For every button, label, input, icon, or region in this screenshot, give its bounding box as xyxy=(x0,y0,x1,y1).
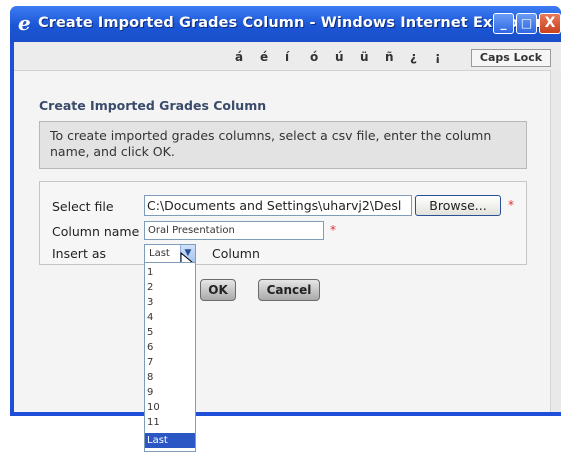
cancel-button[interactable]: Cancel xyxy=(258,279,320,301)
page-title: Create Imported Grades Column xyxy=(39,98,267,113)
file-path-input[interactable]: C:\Documents and Settings\uharvj2\Desl xyxy=(144,195,412,216)
dropdown-option-1[interactable]: 1 xyxy=(145,265,195,280)
insert-as-selected-value: Last xyxy=(149,248,170,259)
column-name-input[interactable]: Oral Presentation xyxy=(144,221,324,240)
dropdown-option-11[interactable]: 11 xyxy=(145,415,195,430)
dropdown-option-8[interactable]: 8 xyxy=(145,370,195,385)
char-button-n-tilde[interactable]: ñ xyxy=(385,50,394,64)
internet-explorer-icon: e xyxy=(18,11,31,35)
dropdown-option-3[interactable]: 3 xyxy=(145,295,195,310)
maximize-icon: □ xyxy=(520,16,533,30)
char-button-a-acute[interactable]: á xyxy=(235,50,243,64)
instructions-box: To create imported grades columns, selec… xyxy=(39,121,527,169)
required-marker-file: * xyxy=(508,198,514,212)
char-button-o-acute[interactable]: ó xyxy=(310,50,318,64)
dropdown-option-7[interactable]: 7 xyxy=(145,355,195,370)
dropdown-option-10[interactable]: 10 xyxy=(145,400,195,415)
dropdown-option-6[interactable]: 6 xyxy=(145,340,195,355)
insert-as-label: Insert as xyxy=(52,246,106,261)
close-button[interactable]: X xyxy=(539,13,561,34)
browse-button[interactable]: Browse... xyxy=(415,195,501,216)
char-button-u-acute[interactable]: ú xyxy=(335,50,344,64)
char-button-e-acute[interactable]: é xyxy=(260,50,268,64)
dropdown-option-last[interactable]: Last xyxy=(145,433,195,448)
title-bar[interactable]: e Create Imported Grades Column - Window… xyxy=(10,6,561,42)
vertical-scrollbar[interactable] xyxy=(550,70,561,412)
select-file-label: Select file xyxy=(52,199,114,214)
dropdown-option-5[interactable]: 5 xyxy=(145,325,195,340)
char-button-inverted-exclamation[interactable]: ¡ xyxy=(435,50,440,64)
dropdown-option-4[interactable]: 4 xyxy=(145,310,195,325)
close-icon: X xyxy=(544,15,556,31)
char-button-u-umlaut[interactable]: ü xyxy=(360,50,369,64)
dropdown-option-2[interactable]: 2 xyxy=(145,280,195,295)
maximize-button[interactable]: □ xyxy=(516,13,537,34)
minimize-icon: _ xyxy=(500,16,507,30)
char-button-inverted-question[interactable]: ¿ xyxy=(410,50,417,64)
dropdown-option-9[interactable]: 9 xyxy=(145,385,195,400)
window-title: Create Imported Grades Column - Windows … xyxy=(38,15,543,31)
ok-button[interactable]: OK xyxy=(200,279,236,301)
special-characters-toolbar: á é í ó ú ü ñ ¿ ¡ Caps Lock xyxy=(14,42,561,71)
insert-as-dropdown-list[interactable]: 1 2 3 4 5 6 7 8 9 10 11 Last xyxy=(144,262,196,452)
char-button-i-acute[interactable]: í xyxy=(285,50,289,64)
caps-lock-button[interactable]: Caps Lock xyxy=(471,49,551,67)
instructions-text: To create imported grades columns, selec… xyxy=(50,128,492,159)
required-marker-column-name: * xyxy=(330,223,336,237)
column-suffix-label: Column xyxy=(212,246,260,261)
minimize-button[interactable]: _ xyxy=(493,13,514,34)
column-name-label: Column name xyxy=(52,224,140,239)
